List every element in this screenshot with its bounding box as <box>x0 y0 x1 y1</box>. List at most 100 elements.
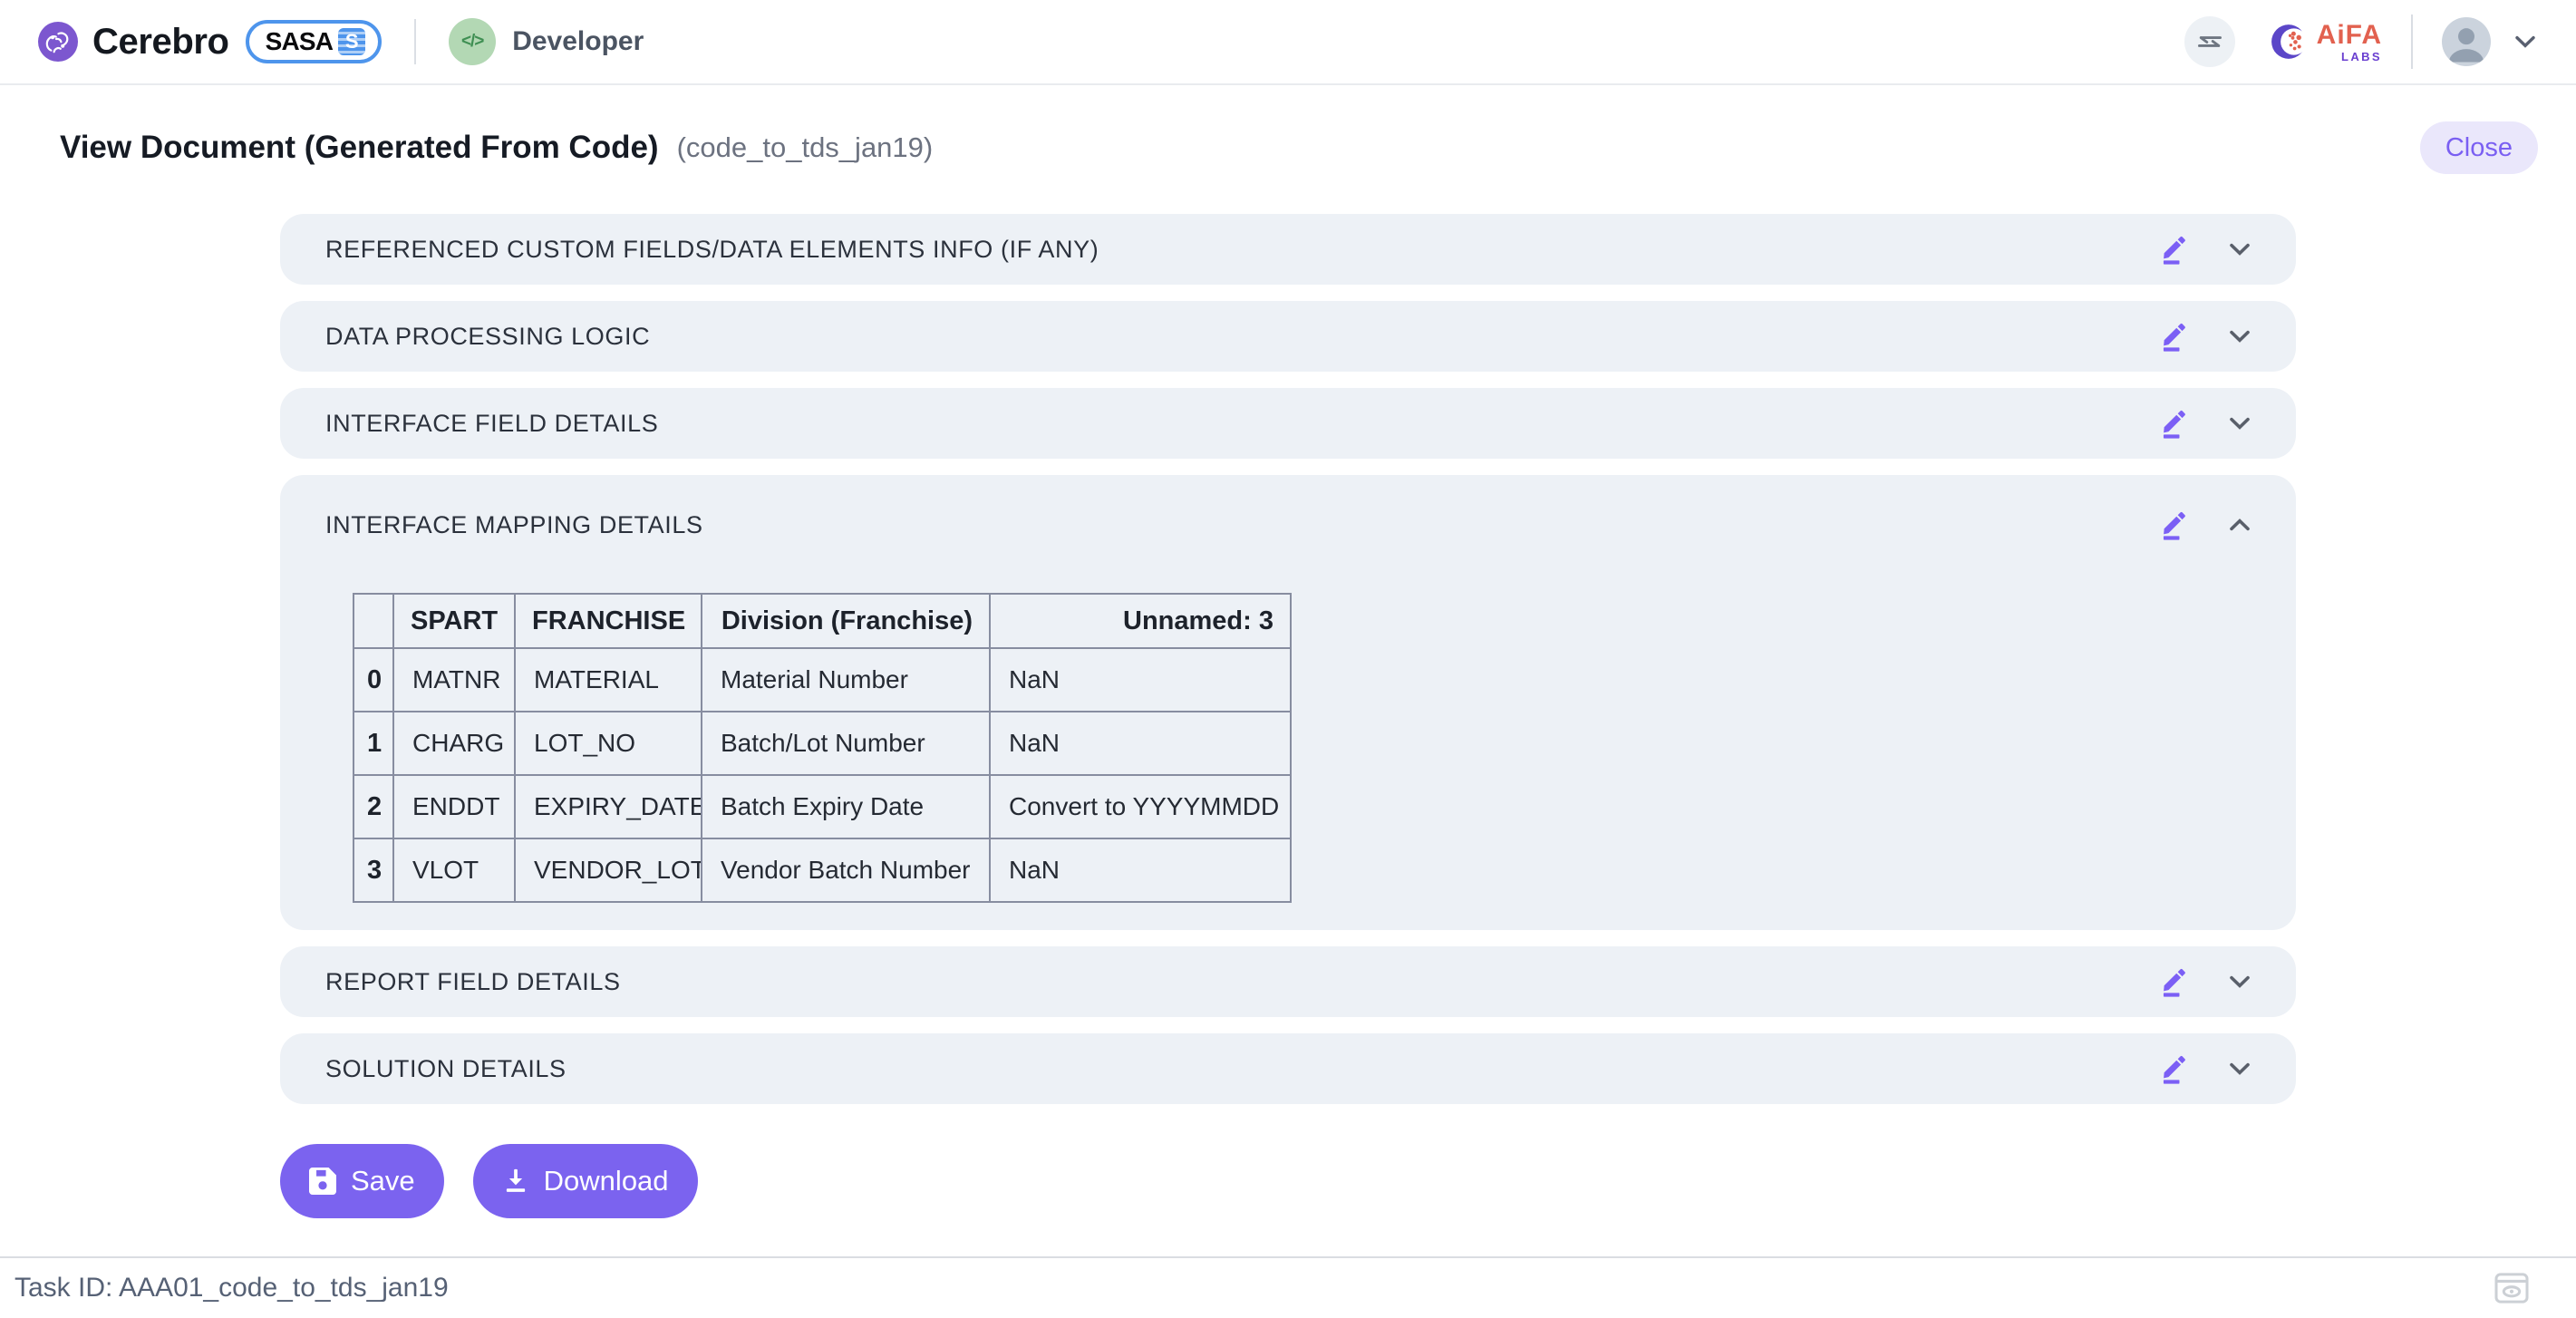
table-cell: MATNR <box>393 648 515 712</box>
table-cell: VENDOR_LOT <box>515 838 702 902</box>
interface-mapping-table: SPART FRANCHISE Division (Franchise) Unn… <box>353 593 1292 903</box>
section-label: INTERFACE MAPPING DETAILS <box>325 511 703 539</box>
section-report-field-details: REPORT FIELD DETAILS <box>280 946 2296 1017</box>
table-header-row: SPART FRANCHISE Division (Franchise) Unn… <box>353 594 1291 648</box>
table-cell: NaN <box>990 648 1291 712</box>
topbar-divider <box>414 19 416 64</box>
save-button-label: Save <box>351 1165 415 1197</box>
page-header: View Document (Generated From Code) (cod… <box>0 121 2576 174</box>
mapping-table-container: SPART FRANCHISE Division (Franchise) Unn… <box>353 593 2251 903</box>
section-header[interactable]: SOLUTION DETAILS <box>325 1033 2251 1104</box>
chevron-down-icon[interactable] <box>2229 974 2251 989</box>
swap-arrows-icon <box>2195 29 2224 54</box>
aifa-labs-logo: AiFA LABS <box>2270 21 2382 63</box>
sasa-badge-label: SASA <box>266 27 334 56</box>
account-menu-chevron[interactable] <box>2514 34 2536 49</box>
section-referenced-custom-fields: REFERENCED CUSTOM FIELDS/DATA ELEMENTS I… <box>280 214 2296 285</box>
document-code: (code_to_tds_jan19) <box>677 131 934 164</box>
section-label: INTERFACE FIELD DETAILS <box>325 410 658 438</box>
table-header-cell: Division (Franchise) <box>702 594 990 648</box>
close-button[interactable]: Close <box>2420 121 2538 174</box>
row-index: 2 <box>353 775 393 838</box>
role-badge: </> Developer <box>449 18 644 65</box>
section-header[interactable]: INTERFACE FIELD DETAILS <box>325 388 2251 459</box>
task-id-text: Task ID: AAA01_code_to_tds_jan19 <box>15 1273 449 1303</box>
code-icon: </> <box>449 18 496 65</box>
save-button[interactable]: Save <box>280 1144 444 1218</box>
edit-pencil-icon[interactable] <box>2160 509 2191 540</box>
chevron-down-icon[interactable] <box>2229 242 2251 257</box>
row-index: 0 <box>353 648 393 712</box>
sasa-logo-icon: S <box>338 28 365 55</box>
download-icon <box>502 1168 529 1195</box>
document-sections: REFERENCED CUSTOM FIELDS/DATA ELEMENTS I… <box>280 214 2296 1218</box>
topbar-divider-2 <box>2411 15 2413 69</box>
section-label: DATA PROCESSING LOGIC <box>325 323 650 351</box>
brand-name: Cerebro <box>92 22 229 63</box>
table-row: 0 MATNR MATERIAL Material Number NaN <box>353 648 1291 712</box>
section-header[interactable]: DATA PROCESSING LOGIC <box>325 301 2251 372</box>
aifa-logo-icon <box>2270 21 2311 63</box>
save-floppy-icon <box>309 1168 336 1195</box>
chevron-down-icon <box>2514 34 2536 49</box>
aifa-labs-text: LABS <box>2341 51 2382 63</box>
edit-pencil-icon[interactable] <box>2160 408 2191 439</box>
table-cell: NaN <box>990 712 1291 775</box>
table-header-cell: SPART <box>393 594 515 648</box>
brand-logo-group[interactable]: Cerebro SASA S <box>36 20 382 63</box>
download-button[interactable]: Download <box>473 1144 698 1218</box>
table-row: 3 VLOT VENDOR_LOT Vendor Batch Number Na… <box>353 838 1291 902</box>
table-cell: Vendor Batch Number <box>702 838 990 902</box>
chevron-up-icon[interactable] <box>2229 518 2251 532</box>
section-label: REPORT FIELD DETAILS <box>325 968 621 996</box>
table-header-cell: FRANCHISE <box>515 594 702 648</box>
edit-pencil-icon[interactable] <box>2160 1053 2191 1084</box>
cerebro-brain-icon <box>36 20 80 63</box>
section-solution-details: SOLUTION DETAILS <box>280 1033 2296 1104</box>
table-cell: Convert to YYYYMMDD <box>990 775 1291 838</box>
row-index: 1 <box>353 712 393 775</box>
section-interface-field-details: INTERFACE FIELD DETAILS <box>280 388 2296 459</box>
edit-pencil-icon[interactable] <box>2160 234 2191 265</box>
table-row: 1 CHARG LOT_NO Batch/Lot Number NaN <box>353 712 1291 775</box>
section-label: REFERENCED CUSTOM FIELDS/DATA ELEMENTS I… <box>325 236 1099 264</box>
section-label: SOLUTION DETAILS <box>325 1055 567 1083</box>
section-header[interactable]: INTERFACE MAPPING DETAILS <box>325 489 2251 560</box>
table-header-cell <box>353 594 393 648</box>
download-button-label: Download <box>544 1165 669 1197</box>
role-label: Developer <box>512 26 644 57</box>
section-header[interactable]: REPORT FIELD DETAILS <box>325 946 2251 1017</box>
section-data-processing-logic: DATA PROCESSING LOGIC <box>280 301 2296 372</box>
app-window: Cerebro SASA S </> Developer <box>0 0 2576 1318</box>
sasa-badge: SASA S <box>246 20 383 63</box>
table-cell: ENDDT <box>393 775 515 838</box>
chevron-down-icon[interactable] <box>2229 329 2251 344</box>
table-cell: LOT_NO <box>515 712 702 775</box>
table-cell: VLOT <box>393 838 515 902</box>
row-index: 3 <box>353 838 393 902</box>
table-cell: Batch Expiry Date <box>702 775 990 838</box>
table-cell: EXPIRY_DATE <box>515 775 702 838</box>
table-cell: Batch/Lot Number <box>702 712 990 775</box>
section-interface-mapping-details: INTERFACE MAPPING DETAILS <box>280 475 2296 930</box>
table-cell: Material Number <box>702 648 990 712</box>
swap-arrows-button[interactable] <box>2184 16 2235 67</box>
table-row: 2 ENDDT EXPIRY_DATE Batch Expiry Date Co… <box>353 775 1291 838</box>
top-navigation-bar: Cerebro SASA S </> Developer <box>0 0 2576 85</box>
table-cell: NaN <box>990 838 1291 902</box>
chevron-down-icon[interactable] <box>2229 1061 2251 1076</box>
section-header[interactable]: REFERENCED CUSTOM FIELDS/DATA ELEMENTS I… <box>325 214 2251 285</box>
action-buttons-row: Save Download <box>280 1144 2296 1218</box>
table-cell: MATERIAL <box>515 648 702 712</box>
table-cell: CHARG <box>393 712 515 775</box>
chevron-down-icon[interactable] <box>2229 416 2251 431</box>
preview-eye-icon[interactable] <box>2494 1273 2529 1303</box>
page-title: View Document (Generated From Code) <box>60 130 659 166</box>
person-icon <box>2442 17 2491 66</box>
user-avatar[interactable] <box>2442 17 2491 66</box>
aifa-logo-text: AiFA <box>2317 22 2382 49</box>
status-footer: Task ID: AAA01_code_to_tds_jan19 <box>0 1256 2576 1318</box>
edit-pencil-icon[interactable] <box>2160 966 2191 997</box>
edit-pencil-icon[interactable] <box>2160 321 2191 352</box>
table-header-cell: Unnamed: 3 <box>990 594 1291 648</box>
